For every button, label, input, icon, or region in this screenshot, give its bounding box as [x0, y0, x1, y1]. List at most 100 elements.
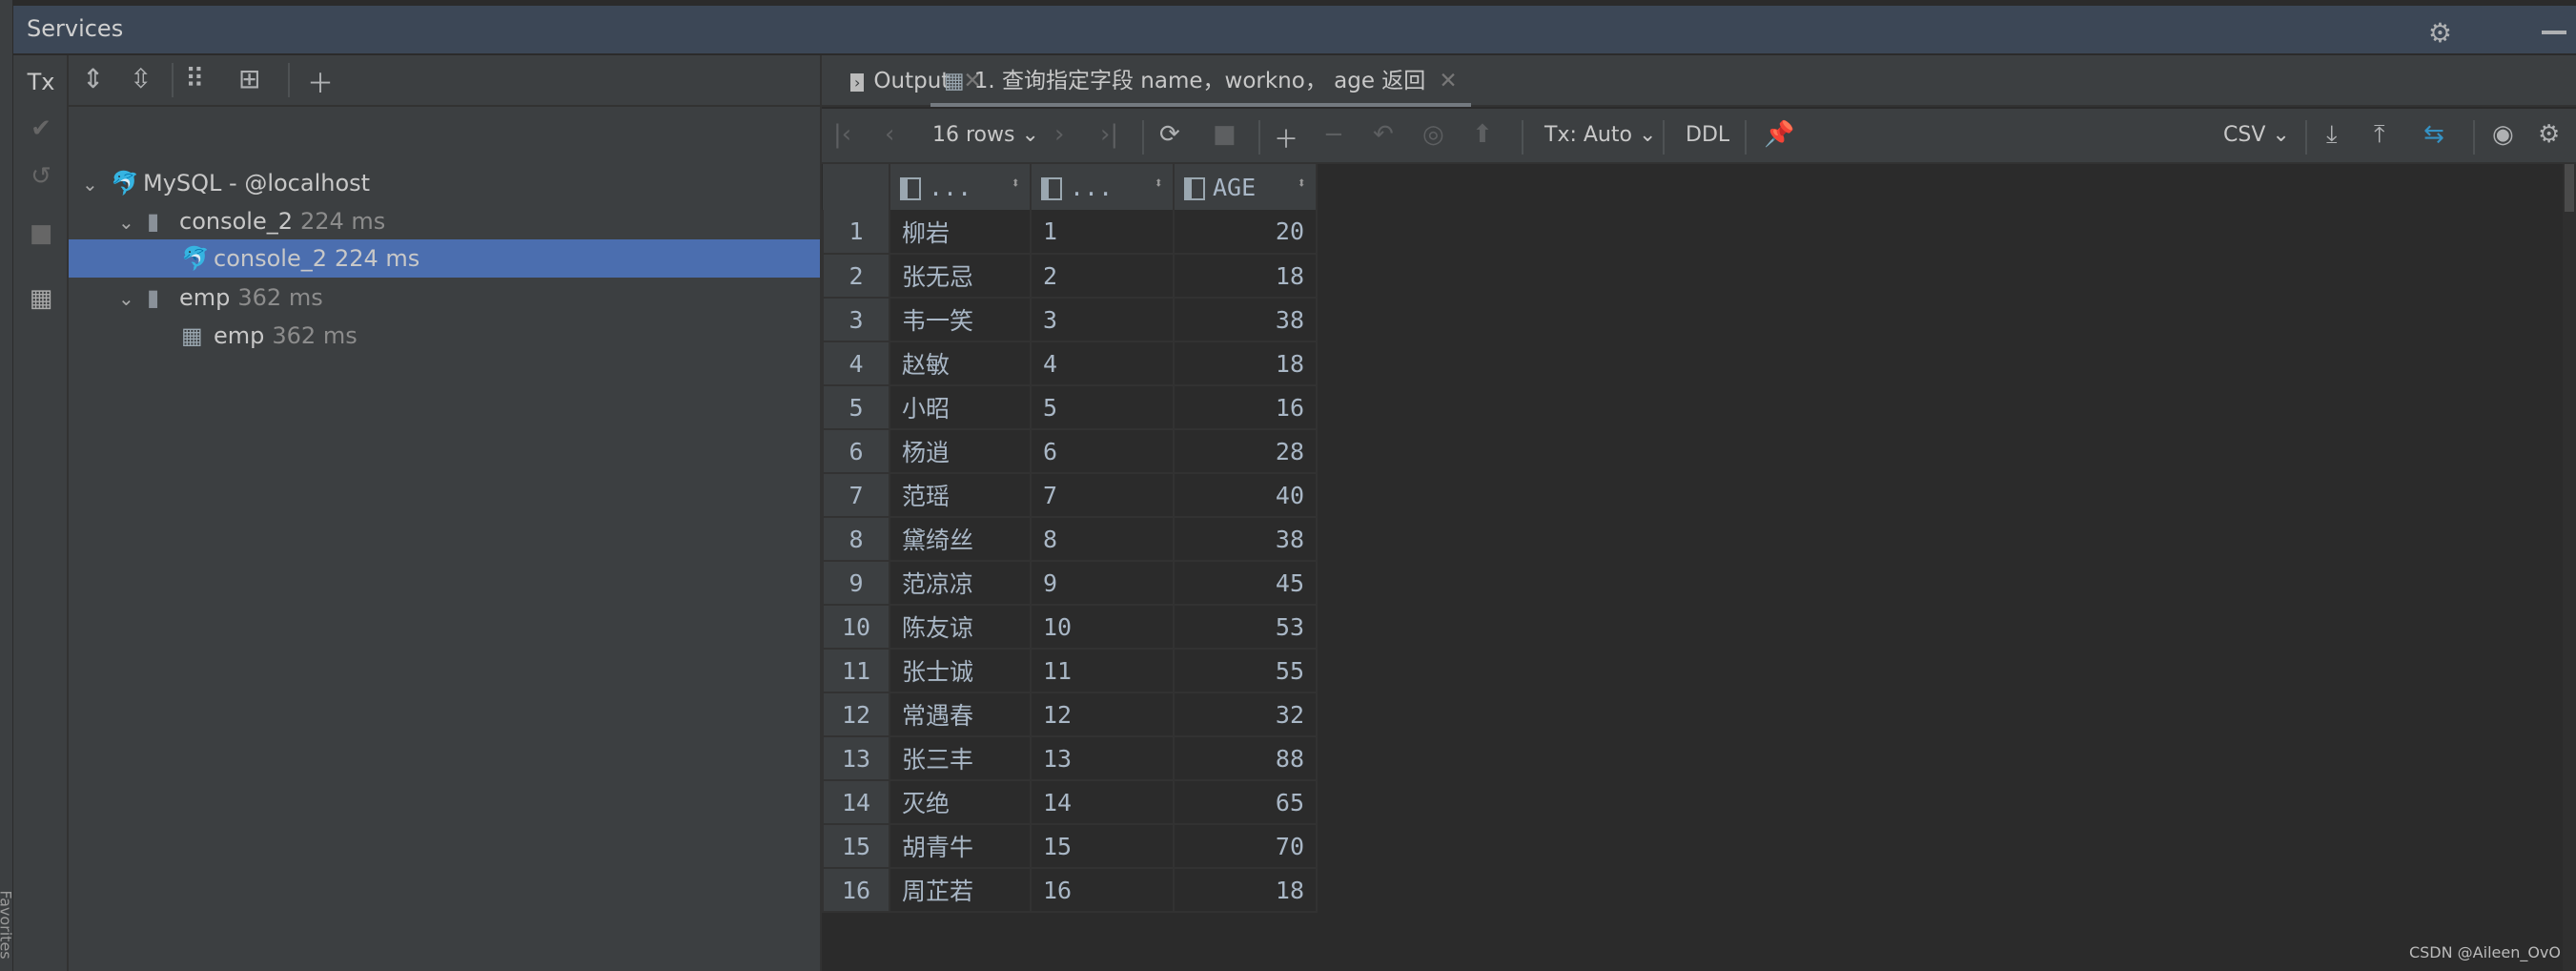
cell-age[interactable]: 18 [1173, 254, 1318, 299]
cell-age[interactable]: 28 [1173, 429, 1318, 474]
table-row[interactable]: 15 胡青牛 15 70 [822, 824, 1318, 869]
cell-name[interactable]: 灭绝 [889, 780, 1032, 825]
cell-name[interactable]: 范凉凉 [889, 561, 1032, 606]
cell-workno[interactable]: 5 [1030, 385, 1175, 430]
cell-name[interactable]: 张士诚 [889, 649, 1032, 693]
layout-icon[interactable]: ▦ [13, 284, 69, 313]
row-number[interactable]: 7 [822, 473, 890, 518]
cell-workno[interactable]: 8 [1030, 517, 1175, 562]
table-row[interactable]: 13 张三丰 13 88 [822, 736, 1318, 781]
cell-age[interactable]: 45 [1173, 561, 1318, 606]
cell-workno[interactable]: 14 [1030, 780, 1175, 825]
scrollbar-thumb[interactable] [2565, 164, 2574, 212]
cell-name[interactable]: 张三丰 [889, 736, 1032, 781]
rollback-icon[interactable]: ↺ [13, 162, 69, 191]
add-row-icon[interactable]: ＋ [1274, 120, 1298, 155]
add-service-icon[interactable]: ⊞ [238, 63, 260, 94]
cell-workno[interactable]: 12 [1030, 692, 1175, 737]
cell-age[interactable]: 16 [1173, 385, 1318, 430]
last-page-icon[interactable]: ›| [1100, 120, 1118, 149]
import-icon[interactable]: ⤒ [2374, 120, 2385, 150]
chevron-down-icon[interactable]: ⌄ [82, 165, 111, 203]
stop-icon[interactable]: ■ [13, 219, 69, 248]
cell-age[interactable]: 88 [1173, 736, 1318, 781]
row-number[interactable]: 9 [822, 561, 890, 606]
ddl-button[interactable]: DDL [1686, 123, 1729, 147]
tree-node-emp-table[interactable]: ▦ emp 362 ms [181, 317, 358, 355]
add-icon[interactable]: ＋ [307, 63, 334, 101]
cell-name[interactable]: 陈友谅 [889, 605, 1032, 650]
table-row[interactable]: 16 周芷若 16 18 [822, 868, 1318, 913]
row-number[interactable]: 15 [822, 824, 890, 869]
cell-name[interactable]: 黛绮丝 [889, 517, 1032, 562]
cell-age[interactable]: 40 [1173, 473, 1318, 518]
cell-name[interactable]: 周芷若 [889, 868, 1032, 913]
tx-auto-dropdown[interactable]: Tx: Auto ⌄ [1544, 123, 1656, 147]
table-row[interactable]: 10 陈友谅 10 53 [822, 605, 1318, 650]
cell-name[interactable]: 赵敏 [889, 341, 1032, 386]
row-number[interactable]: 5 [822, 385, 890, 430]
cell-workno[interactable]: 7 [1030, 473, 1175, 518]
close-icon[interactable]: ✕ [1439, 69, 1457, 93]
row-number[interactable]: 11 [822, 649, 890, 693]
row-number[interactable]: 8 [822, 517, 890, 562]
rows-count-dropdown[interactable]: 16 rows ⌄ [932, 123, 1039, 147]
column-header-name[interactable]: ... ⬍ [889, 164, 1032, 210]
tree-node-mysql[interactable]: ⌄ 🐬 MySQL - @localhost [82, 164, 370, 202]
cell-age[interactable]: 53 [1173, 605, 1318, 650]
cell-workno[interactable]: 3 [1030, 298, 1175, 342]
table-row[interactable]: 8 黛绮丝 8 38 [822, 517, 1318, 562]
table-row[interactable]: 7 范瑶 7 40 [822, 473, 1318, 518]
cell-age[interactable]: 32 [1173, 692, 1318, 737]
row-number[interactable]: 3 [822, 298, 890, 342]
delete-row-icon[interactable]: − [1323, 120, 1344, 149]
cell-name[interactable]: 范瑶 [889, 473, 1032, 518]
table-row[interactable]: 11 张士诚 11 55 [822, 649, 1318, 693]
tree-node-emp[interactable]: ⌄ ▮ emp 362 ms [118, 279, 323, 317]
cell-age[interactable]: 38 [1173, 298, 1318, 342]
tx-mode-button[interactable]: Tx [13, 69, 69, 95]
cell-age[interactable]: 18 [1173, 868, 1318, 913]
table-row[interactable]: 3 韦一笑 3 38 [822, 298, 1318, 342]
revert-icon[interactable]: ↶ [1373, 120, 1394, 149]
cell-workno[interactable]: 11 [1030, 649, 1175, 693]
cell-age[interactable]: 70 [1173, 824, 1318, 869]
row-number[interactable]: 16 [822, 868, 890, 913]
cell-workno[interactable]: 10 [1030, 605, 1175, 650]
cell-workno[interactable]: 2 [1030, 254, 1175, 299]
tab-query-result[interactable]: ▦ 1. 查询指定字段 name，workno， age 返回 ✕ [930, 55, 1471, 107]
tree-node-console-query[interactable]: 🐬 console_2 224 ms [181, 239, 419, 278]
view-icon[interactable]: ◉ [2492, 120, 2514, 149]
pin-icon[interactable]: 📌 [1764, 120, 1794, 149]
table-row[interactable]: 5 小昭 5 16 [822, 385, 1318, 430]
row-number[interactable]: 14 [822, 780, 890, 825]
row-number[interactable]: 12 [822, 692, 890, 737]
row-number[interactable]: 4 [822, 341, 890, 386]
chevron-down-icon[interactable]: ⌄ [118, 203, 147, 241]
row-number[interactable]: 2 [822, 254, 890, 299]
cell-workno[interactable]: 13 [1030, 736, 1175, 781]
chevron-down-icon[interactable]: ⌄ [118, 279, 147, 318]
cell-age[interactable]: 20 [1173, 210, 1318, 255]
collapse-all-icon[interactable]: ⇳ [130, 63, 152, 94]
table-row[interactable]: 12 常遇春 12 32 [822, 692, 1318, 737]
table-row[interactable]: 4 赵敏 4 18 [822, 341, 1318, 386]
export-format-dropdown[interactable]: CSV ⌄ [2223, 123, 2290, 147]
cell-workno[interactable]: 15 [1030, 824, 1175, 869]
cell-age[interactable]: 65 [1173, 780, 1318, 825]
table-row[interactable]: 2 张无忌 2 18 [822, 254, 1318, 299]
row-number[interactable]: 13 [822, 736, 890, 781]
vertical-scrollbar[interactable] [2563, 164, 2576, 971]
export-icon[interactable]: ⤓ [2326, 120, 2338, 150]
cell-workno[interactable]: 16 [1030, 868, 1175, 913]
table-row[interactable]: 9 范凉凉 9 45 [822, 561, 1318, 606]
refresh-icon[interactable]: ⟳ [1159, 120, 1180, 149]
minimize-icon[interactable] [2542, 31, 2566, 34]
cell-name[interactable]: 杨逍 [889, 429, 1032, 474]
expand-all-icon[interactable]: ⇕ [82, 63, 104, 94]
cell-name[interactable]: 常遇春 [889, 692, 1032, 737]
table-row[interactable]: 14 灭绝 14 65 [822, 780, 1318, 825]
sort-icon[interactable]: ⬍ [1011, 174, 1020, 192]
group-by-icon[interactable]: ⠿ [185, 63, 205, 94]
cell-name[interactable]: 柳岩 [889, 210, 1032, 255]
